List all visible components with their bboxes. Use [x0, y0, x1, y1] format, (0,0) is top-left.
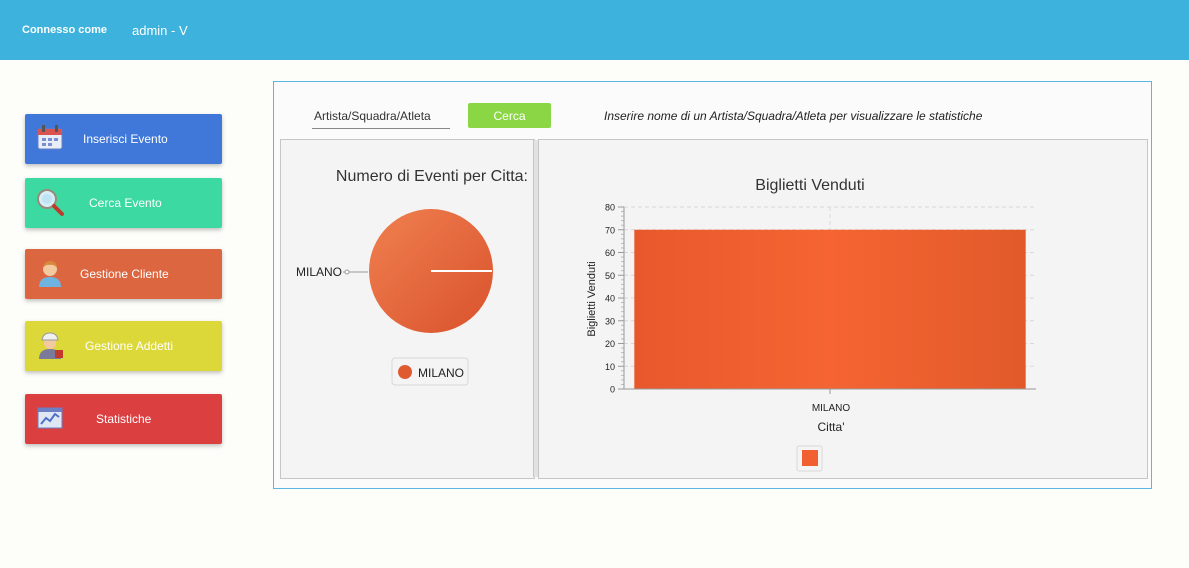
- gestione-addetti-label: Gestione Addetti: [85, 339, 174, 353]
- gestione-cliente-label: Gestione Cliente: [80, 267, 169, 281]
- search-input[interactable]: [312, 104, 450, 129]
- bar-chart: Biglietti Venduti 0 10 20 30 40 50 60 70 80 MILA…: [586, 177, 1036, 472]
- connected-user: admin - V: [132, 23, 188, 38]
- statistiche-label: Statistiche: [96, 412, 152, 426]
- gestione-addetti-button[interactable]: Gestione Addetti: [25, 321, 222, 371]
- pie-legend-swatch: [398, 365, 412, 379]
- calendar-icon: [37, 125, 63, 150]
- pie-label-dot: [344, 269, 350, 275]
- y-tick-label: 30: [605, 316, 615, 326]
- pie-chart: Numero di Eventi per Citta: MILANO MILAN…: [296, 168, 528, 386]
- y-tick-label: 60: [605, 248, 615, 258]
- y-tick-label: 40: [605, 294, 615, 304]
- worker-icon: [39, 332, 63, 359]
- bar: [634, 229, 1026, 389]
- y-tick-label: 10: [605, 362, 615, 372]
- magnifier-icon: [37, 189, 64, 216]
- pie-slice-label: MILANO: [296, 265, 342, 279]
- cerca-button[interactable]: Cerca: [468, 103, 551, 128]
- connected-label: Connesso come: [22, 24, 107, 36]
- bar-legend-swatch: [802, 450, 818, 466]
- inserisci-evento-button[interactable]: Inserisci Evento: [25, 114, 222, 164]
- inserisci-evento-label: Inserisci Evento: [83, 132, 168, 146]
- gestione-cliente-button[interactable]: Gestione Cliente: [25, 249, 222, 299]
- pie-chart-title: Numero di Eventi per Citta:: [336, 168, 528, 185]
- y-tick-label: 50: [605, 271, 615, 281]
- statistics-icon: [37, 407, 63, 429]
- customer-icon: [39, 261, 61, 287]
- y-tick-label: 70: [605, 225, 615, 235]
- y-tick-label: 20: [605, 339, 615, 349]
- statistiche-button[interactable]: Statistiche: [25, 394, 222, 444]
- y-tick-label: 80: [605, 203, 615, 213]
- bar-chart-title: Biglietti Venduti: [755, 177, 864, 194]
- cerca-evento-button[interactable]: Cerca Evento: [25, 178, 222, 228]
- x-tick-label: MILANO: [812, 403, 851, 414]
- cerca-evento-label: Cerca Evento: [89, 196, 162, 210]
- search-hint: Inserire nome di un Artista/Squadra/Atle…: [604, 109, 983, 123]
- top-bar: Connesso come admin - V: [0, 0, 1189, 60]
- pie-legend-label: MILANO: [418, 366, 464, 380]
- y-tick-label: 0: [610, 385, 615, 395]
- x-axis-label: Citta': [818, 420, 845, 434]
- y-axis-label: Biglietti Venduti: [586, 261, 598, 336]
